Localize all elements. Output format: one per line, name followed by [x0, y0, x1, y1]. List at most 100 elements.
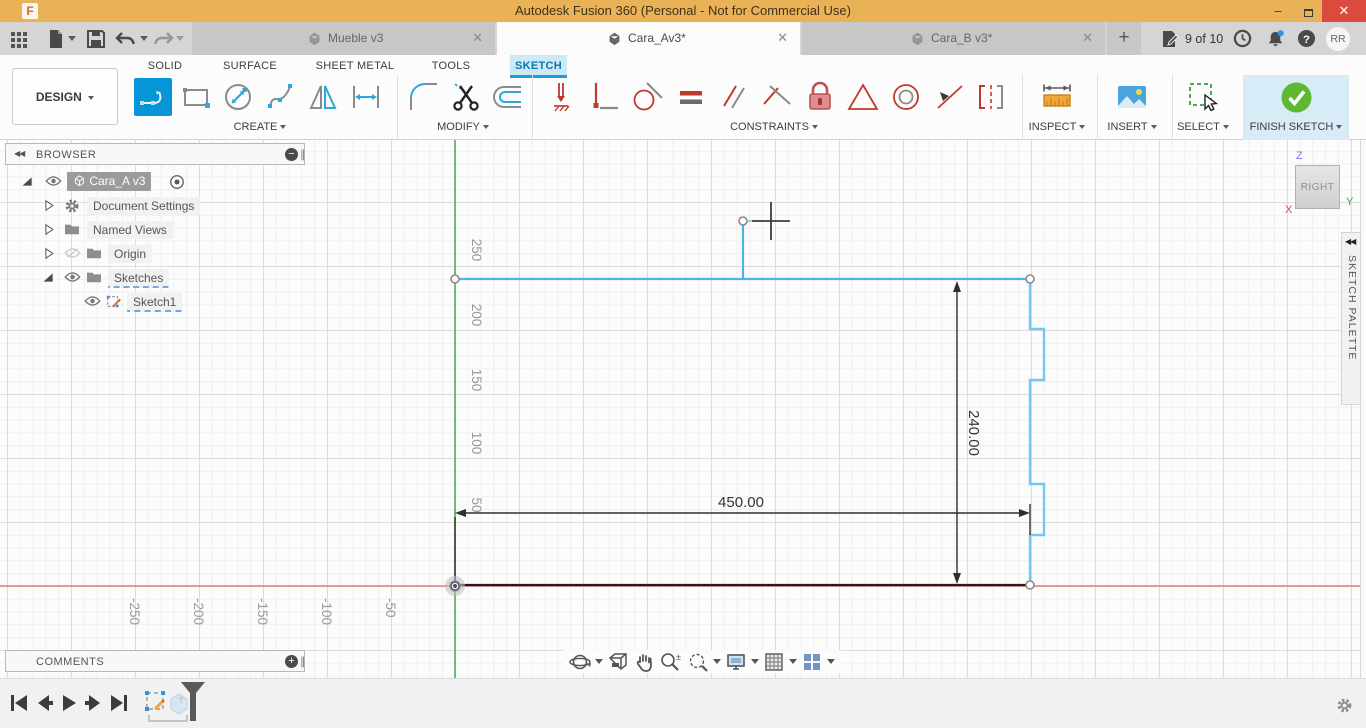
- offset-tool-icon[interactable]: [489, 78, 527, 116]
- viewports-icon[interactable]: [801, 651, 823, 673]
- browser-item-label[interactable]: Sketch1: [127, 293, 183, 312]
- ribbon-tab-sheet-metal[interactable]: SHEET METAL: [312, 55, 398, 78]
- workspace-selector[interactable]: DESIGN: [12, 68, 118, 125]
- modify-group-label[interactable]: MODIFY: [403, 121, 523, 137]
- constraint-coincident-icon[interactable]: [542, 78, 580, 116]
- user-avatar[interactable]: RR: [1326, 27, 1350, 51]
- job-status-icon[interactable]: [1158, 28, 1180, 50]
- mirror-tool-icon[interactable]: [304, 78, 342, 116]
- close-button[interactable]: ✕: [1322, 0, 1366, 22]
- expanded-arrow-icon[interactable]: [20, 174, 35, 189]
- timeline-scrubber[interactable]: [180, 681, 206, 723]
- sketch-line-right-notched[interactable]: [1028, 279, 1046, 585]
- collapsed-arrow-icon[interactable]: [42, 246, 56, 261]
- browser-root-item[interactable]: Cara_A v3: [67, 172, 152, 191]
- undo-icon[interactable]: [115, 28, 137, 50]
- ribbon-tab-tools[interactable]: TOOLS: [428, 55, 474, 78]
- constraint-lock-icon[interactable]: [801, 78, 839, 116]
- constraint-tangent-icon[interactable]: [629, 78, 667, 116]
- add-comment-icon[interactable]: +: [285, 655, 298, 668]
- dimension-height-value[interactable]: 240.00: [965, 410, 982, 456]
- visibility-eye-icon[interactable]: [45, 174, 62, 188]
- select-tool-icon[interactable]: [1184, 78, 1222, 116]
- redo-caret-icon[interactable]: [176, 36, 184, 41]
- zoom-window-icon[interactable]: [687, 651, 709, 673]
- constraint-concentric-icon[interactable]: [887, 78, 925, 116]
- browser-row-named-views[interactable]: Named Views: [5, 219, 305, 241]
- timeline-go-start-icon[interactable]: [8, 693, 30, 713]
- line-tool-icon[interactable]: [134, 78, 172, 116]
- restore-button[interactable]: [1294, 0, 1322, 22]
- browser-item-label[interactable]: Named Views: [87, 221, 173, 239]
- comments-panel-header[interactable]: COMMENTS + ∥: [5, 650, 306, 672]
- browser-row-origin[interactable]: Origin: [5, 243, 305, 265]
- minimize-button[interactable]: –: [1264, 0, 1292, 22]
- grid-settings-icon[interactable]: [763, 651, 785, 673]
- constraints-group-label[interactable]: CONSTRAINTS: [694, 121, 854, 137]
- ribbon-tab-sketch[interactable]: SKETCH: [510, 55, 567, 78]
- origin-point[interactable]: [445, 576, 465, 596]
- collapsed-arrow-icon[interactable]: [42, 222, 56, 237]
- browser-resize-grip[interactable]: ∥: [300, 148, 306, 161]
- browser-row-document-settings[interactable]: Document Settings: [5, 195, 305, 217]
- create-group-label[interactable]: CREATE: [200, 121, 320, 137]
- sketch-palette-tab[interactable]: ◀◀ SKETCH PALETTE: [1341, 232, 1361, 405]
- zoom-window-caret-icon[interactable]: [713, 659, 721, 664]
- display-caret-icon[interactable]: [751, 659, 759, 664]
- constraint-perpendicular-icon[interactable]: [758, 78, 796, 116]
- visibility-eye-icon[interactable]: [84, 294, 101, 308]
- orbit-caret-icon[interactable]: [595, 659, 603, 664]
- constraint-parallel-icon[interactable]: [715, 78, 753, 116]
- viewcube-face[interactable]: RIGHT: [1295, 165, 1340, 209]
- trim-tool-icon[interactable]: [447, 78, 485, 116]
- document-tab-cara-a[interactable]: Cara_Av3* ✕: [497, 22, 800, 55]
- settings-gear-icon[interactable]: [1336, 697, 1353, 714]
- constraint-equal-icon[interactable]: [672, 78, 710, 116]
- collapse-left-icon[interactable]: ◀◀: [14, 149, 25, 158]
- spline-tool-icon[interactable]: [262, 78, 300, 116]
- fillet-tool-icon[interactable]: [405, 78, 443, 116]
- browser-collapse-icon[interactable]: −: [285, 148, 298, 161]
- visibility-eye-icon[interactable]: [64, 270, 81, 284]
- constraint-symmetry-icon[interactable]: [972, 78, 1010, 116]
- timeline-go-end-icon[interactable]: [108, 693, 130, 713]
- rectangle-tool-icon[interactable]: [177, 78, 215, 116]
- dimension-width-value[interactable]: 450.00: [718, 494, 764, 511]
- collapsed-arrow-icon[interactable]: [42, 198, 56, 213]
- timeline-step-forward-icon[interactable]: [83, 693, 105, 713]
- orbit-icon[interactable]: [569, 651, 591, 673]
- timeline-play-icon[interactable]: [58, 693, 80, 713]
- notifications-bell-icon[interactable]: [1266, 29, 1285, 48]
- browser-item-label[interactable]: Origin: [108, 245, 153, 263]
- zoom-icon[interactable]: ±: [659, 651, 683, 673]
- display-settings-icon[interactable]: [725, 651, 747, 673]
- redo-icon[interactable]: [152, 28, 174, 50]
- tab-close-icon[interactable]: ✕: [777, 30, 788, 46]
- sketch-dimension-icon[interactable]: [347, 78, 385, 116]
- ribbon-tab-solid[interactable]: SOLID: [140, 55, 190, 78]
- browser-row-sketches[interactable]: Sketches: [5, 267, 305, 289]
- new-tab-button[interactable]: +: [1107, 22, 1141, 55]
- browser-row-sketch1[interactable]: Sketch1: [5, 291, 305, 313]
- visibility-off-eye-icon[interactable]: [64, 246, 81, 260]
- comments-resize-grip[interactable]: ∥: [300, 655, 306, 668]
- browser-row-root[interactable]: Cara_A v3: [5, 171, 305, 193]
- dimension-width[interactable]: [454, 504, 1031, 583]
- tab-close-icon[interactable]: ✕: [472, 30, 483, 46]
- pan-icon[interactable]: [633, 651, 655, 673]
- look-at-icon[interactable]: [607, 651, 629, 673]
- timeline-step-back-icon[interactable]: [33, 693, 55, 713]
- browser-panel-header[interactable]: ◀◀ BROWSER − ∥: [5, 143, 306, 165]
- file-menu-icon[interactable]: [44, 28, 66, 50]
- browser-item-label[interactable]: Sketches: [108, 269, 170, 288]
- timeline-sketch-feature-icon[interactable]: [145, 691, 166, 711]
- circle-tool-icon[interactable]: [219, 78, 257, 116]
- constraint-horizontal-vertical-icon[interactable]: [585, 78, 623, 116]
- activate-radio-icon[interactable]: [169, 174, 185, 190]
- viewports-caret-icon[interactable]: [827, 659, 835, 664]
- constraint-midpoint-icon[interactable]: [930, 78, 968, 116]
- ribbon-tab-surface[interactable]: SURFACE: [218, 55, 282, 78]
- expanded-arrow-icon[interactable]: [41, 270, 56, 285]
- document-tab-mueble[interactable]: Mueble v3 ✕: [192, 22, 495, 55]
- save-icon[interactable]: [85, 28, 107, 50]
